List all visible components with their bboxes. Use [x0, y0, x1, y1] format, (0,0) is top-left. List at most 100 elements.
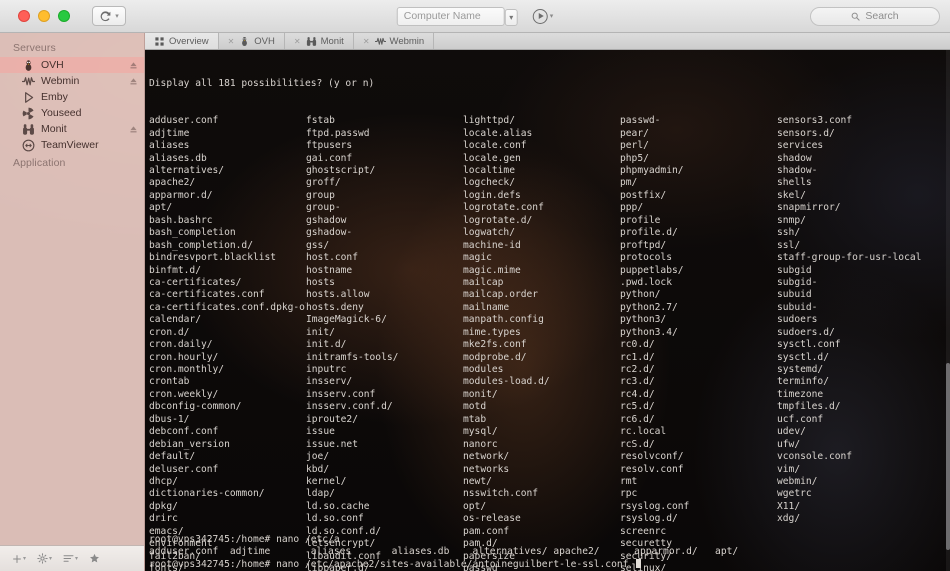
connect-button[interactable]: ▾ [92, 6, 126, 26]
gear-icon [37, 553, 48, 564]
sidebar-item-youseed[interactable]: Youseed [0, 105, 144, 121]
terminal-entry: magic [463, 252, 492, 264]
terminal-entry: login.defs [463, 189, 521, 201]
tab-ovh[interactable]: ✕ OVH [219, 33, 285, 49]
terminal-entry: phpmyadmin/ [620, 165, 684, 176]
terminal-scrollbar[interactable] [946, 50, 950, 571]
sidebar-item-monit[interactable]: Monit [0, 121, 144, 137]
terminal-entry: drirc [149, 513, 178, 525]
terminal-entry: crontab [149, 376, 190, 388]
terminal-entry: mailcap [463, 276, 504, 288]
terminal-entry: hostname [306, 264, 353, 276]
terminal-output[interactable]: Display all 181 possibilities? (y or n) … [145, 50, 950, 571]
favorites-button[interactable] [89, 553, 100, 564]
terminal-entry: modules-load.d/ [463, 376, 550, 388]
terminal-entry: rc5.d/ [620, 401, 655, 413]
terminal-entry: logwatch/ [463, 227, 515, 239]
terminal-entry: adduser.conf [149, 115, 219, 127]
search-input[interactable]: Search [810, 6, 940, 26]
settings-button[interactable]: ▾ [37, 553, 52, 564]
tab-webmin[interactable]: ✕ Webmin [354, 33, 435, 49]
eject-icon [130, 125, 137, 132]
terminal-entry: sysctl.conf [777, 339, 841, 351]
terminal-entry: ca-certificates.conf [149, 289, 265, 301]
terminal-entry: rsyslog.d/ [620, 513, 678, 525]
terminal-entry: pm/ [620, 177, 638, 189]
chevron-down-icon: ▾ [115, 13, 119, 20]
eject-icon [130, 77, 137, 84]
grid-icon [155, 36, 164, 46]
terminal-entry: network/ [463, 451, 510, 463]
eject-button[interactable] [129, 125, 138, 134]
close-button[interactable] [18, 10, 30, 22]
terminal-entry: ppp/ [620, 202, 644, 214]
sidebar-item-webmin[interactable]: Webmin [0, 73, 144, 89]
close-icon[interactable]: ✕ [294, 37, 301, 46]
terminal-entry: ld.so.cache [306, 500, 370, 512]
terminal-entry: hosts [306, 276, 335, 288]
terminal-entry: modprobe.d/ [463, 351, 527, 363]
terminal-entry: shells [777, 177, 812, 189]
webmin-icon [22, 75, 35, 88]
terminal-entry: vim/ [777, 463, 801, 475]
binoculars-icon [306, 36, 317, 47]
terminal-entry: modules [463, 364, 504, 375]
linux-penguin-icon [242, 36, 248, 46]
tab-overview[interactable]: Overview [145, 33, 219, 49]
chevron-down-icon: ▾ [23, 556, 27, 562]
terminal-entry: locale.conf [463, 140, 527, 152]
tab-monit[interactable]: ✕ Monit [285, 33, 354, 49]
terminal-entry: aliases.db [149, 152, 207, 164]
eject-button[interactable] [129, 77, 138, 86]
terminal-entry: subuid [777, 289, 812, 301]
terminal-entry: bindresvport.blacklist [149, 252, 277, 264]
tab-label: Overview [169, 35, 209, 47]
run-action-group[interactable]: ▾ [532, 8, 554, 24]
chevron-down-icon: ▾ [549, 13, 554, 20]
terminal-entry: gss/ [306, 239, 330, 251]
terminal-entry: hosts.deny [306, 301, 364, 313]
sidebar-item-teamviewer[interactable]: TeamViewer [0, 137, 144, 153]
eject-button[interactable] [129, 61, 138, 70]
play-triangle-icon [22, 91, 35, 104]
terminal-column-5: sensors3.conf sensors.d/services shadow sha… [777, 115, 934, 571]
list-view-button[interactable]: ▾ [63, 554, 78, 563]
radioactive-icon [22, 107, 34, 119]
scrollbar-thumb[interactable] [946, 362, 950, 551]
terminal-entry: mailcap.order [463, 289, 539, 301]
webmin-icon [22, 76, 35, 85]
terminal-entry: group- [306, 202, 341, 214]
terminal-entry: debconf.conf [149, 426, 219, 438]
terminal-entry: adjtime [149, 127, 190, 139]
terminal-entry: rc4.d/ [620, 388, 655, 400]
sidebar-item-ovh[interactable]: OVH [0, 57, 144, 73]
terminal-entry: nanorc [463, 438, 498, 450]
terminal-cursor [636, 558, 642, 568]
terminal-entry: wgetrc [777, 488, 812, 500]
webmin-icon [374, 37, 386, 45]
terminal-column-3: lighttpd/locale.alias locale.conf locale.g… [463, 115, 620, 571]
terminal-entry: calendar/ [149, 314, 201, 326]
terminal-entry: rc.local [620, 426, 667, 438]
terminal-entry: initramfs-tools/ [306, 351, 399, 363]
close-icon[interactable]: ✕ [363, 37, 370, 46]
terminal-entry: php5/ [620, 152, 649, 164]
terminal-entry: subuid- [777, 301, 818, 313]
terminal-entry: iproute2/ [306, 413, 358, 425]
terminal-entry: alternatives/ [149, 165, 225, 176]
close-icon[interactable]: ✕ [228, 37, 235, 46]
terminal-entry: subgid- [777, 276, 818, 288]
computer-name-dropdown-button[interactable]: ▾ [504, 8, 518, 26]
terminal-entry: apparmor.d/ [149, 189, 213, 201]
terminal-entry: perl/ [620, 140, 649, 152]
computer-name-field[interactable]: Computer Name ▾ [396, 6, 518, 26]
terminal-entry: cron.monthly/ [149, 364, 225, 375]
terminal-entry: passwd- [620, 115, 661, 127]
sidebar-item-emby[interactable]: Emby [0, 89, 144, 105]
terminal-footer-text: adduser.conf adjtime aliases aliases.db … [149, 546, 739, 558]
add-button[interactable]: ▾ [12, 554, 26, 564]
zoom-button[interactable] [58, 10, 70, 22]
terminal-entry: default/ [149, 451, 196, 463]
terminal-panel: Overview ✕ OVH ✕ Monit ✕ Webmin Display all 18… [145, 33, 950, 571]
minimize-button[interactable] [38, 10, 50, 22]
